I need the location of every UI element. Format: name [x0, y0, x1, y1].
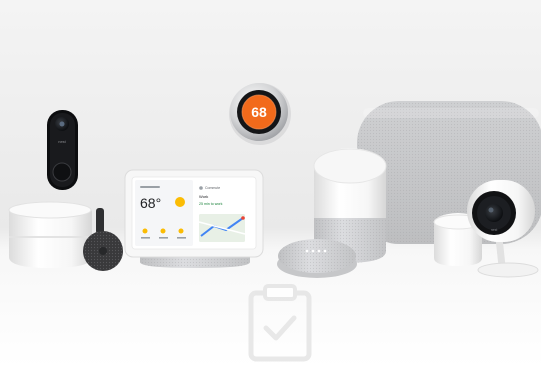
- doorbell-brand-label: nest: [58, 139, 66, 144]
- thermostat-temperature: 68: [251, 104, 267, 120]
- wifi-router: [8, 201, 92, 268]
- home-mini: [277, 239, 357, 278]
- video-doorbell: nest: [47, 110, 78, 190]
- commute-destination: Work: [199, 194, 208, 199]
- sun-icon: [175, 197, 185, 207]
- camera-brand-label: nest: [491, 228, 498, 232]
- nest-hub-display: 68° Commute Work 25 min to work: [124, 169, 264, 268]
- product-illustration: nest 68 68° Commute Work 25 min to work …: [0, 0, 541, 367]
- car-icon: [199, 186, 203, 190]
- forecast-sun-icon: [178, 228, 184, 234]
- commute-time: 25 min to work: [199, 202, 223, 206]
- commute-header: Commute: [205, 186, 220, 190]
- forecast-sun-icon: [142, 228, 148, 234]
- learning-thermostat: 68: [229, 83, 291, 145]
- forecast-sun-icon: [160, 228, 166, 234]
- hub-temperature: 68°: [140, 195, 161, 211]
- smart-home-product-scene: nest 68 68° Commute Work 25 min to work …: [0, 0, 541, 367]
